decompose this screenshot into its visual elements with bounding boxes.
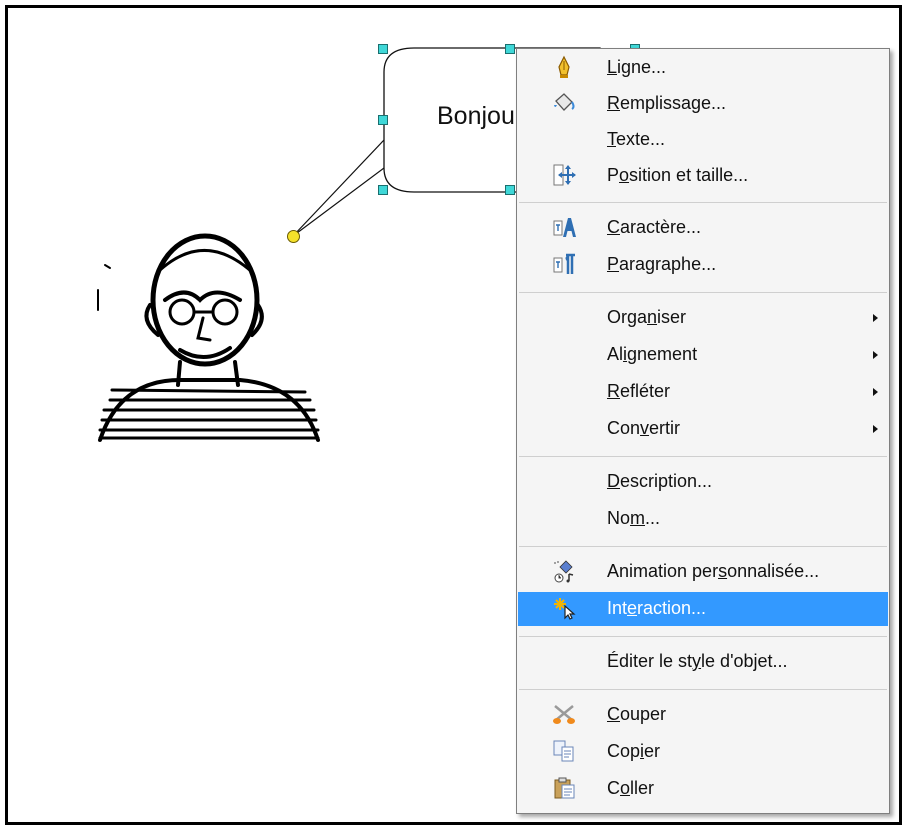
menu-item-ligne[interactable]: Ligne... xyxy=(518,51,888,85)
paragraph-icon xyxy=(552,252,576,276)
copy-icon xyxy=(552,739,576,763)
menu-item-refleter[interactable]: Refléter xyxy=(518,375,888,409)
menu-item-label: Convertir xyxy=(607,418,681,438)
menu-item-label: Remplissage... xyxy=(607,93,727,113)
menu-item-interaction[interactable]: Interaction... xyxy=(518,592,888,626)
portrait-image[interactable] xyxy=(97,233,320,442)
menu-item-paragraphe[interactable]: Paragraphe... xyxy=(518,248,888,282)
menu-item-label: Couper xyxy=(607,704,667,724)
interaction-icon xyxy=(552,596,576,620)
callout-pointer-line-2 xyxy=(292,167,385,237)
submenu-arrow-icon xyxy=(873,351,878,359)
submenu-arrow-icon xyxy=(873,425,878,433)
menu-item-label: Paragraphe... xyxy=(607,254,717,274)
menu-item-editer-le-style-d-objet[interactable]: Éditer le style d'objet... xyxy=(518,645,888,679)
menu-item-alignement[interactable]: Alignement xyxy=(518,338,888,372)
menu-item-label: Texte... xyxy=(607,129,666,149)
menu-item-coller[interactable]: Coller xyxy=(518,772,888,806)
menu-item-label: Coller xyxy=(607,778,655,798)
submenu-arrow-icon xyxy=(873,314,878,322)
callout-text[interactable]: Bonjour xyxy=(437,102,523,131)
menu-item-label: Refléter xyxy=(607,381,671,401)
character-icon xyxy=(552,215,576,239)
menu-item-label: Copier xyxy=(607,741,661,761)
paste-icon xyxy=(552,776,576,800)
menu-separator xyxy=(519,292,887,293)
menu-item-label: Nom... xyxy=(607,508,661,528)
menu-item-remplissage[interactable]: Remplissage... xyxy=(518,87,888,121)
menu-item-copier[interactable]: Copier xyxy=(518,735,888,769)
menu-item-animation-personnalisee[interactable]: Animation personnalisée... xyxy=(518,555,888,589)
menu-item-texte[interactable]: Texte... xyxy=(518,123,888,157)
menu-separator xyxy=(519,456,887,457)
menu-item-label: Alignement xyxy=(607,344,698,364)
menu-item-label: Animation personnalisée... xyxy=(607,561,820,581)
callout-tail-handle[interactable] xyxy=(287,230,300,243)
menu-item-label: Organiser xyxy=(607,307,687,327)
menu-item-organiser[interactable]: Organiser xyxy=(518,301,888,335)
menu-item-convertir[interactable]: Convertir xyxy=(518,412,888,446)
menu-separator xyxy=(519,689,887,690)
menu-item-nom[interactable]: Nom... xyxy=(518,502,888,536)
position-size-icon xyxy=(552,163,576,187)
scissors-icon xyxy=(552,702,576,726)
context-menu: Ligne... Remplissage... Texte... Position e… xyxy=(516,48,890,814)
submenu-arrow-icon xyxy=(873,388,878,396)
menu-item-label: Position et taille... xyxy=(607,165,749,185)
animation-icon xyxy=(552,559,576,583)
selection-handle-bottom-left[interactable] xyxy=(378,185,388,195)
selection-handle-top-left[interactable] xyxy=(378,44,388,54)
menu-item-couper[interactable]: Couper xyxy=(518,698,888,732)
menu-item-label: Description... xyxy=(607,471,713,491)
menu-item-position-et-taille[interactable]: Position et taille... xyxy=(518,159,888,193)
menu-item-label: Éditer le style d'objet... xyxy=(607,651,788,671)
menu-item-label: Interaction... xyxy=(607,598,707,618)
callout-pointer-line-1 xyxy=(292,139,385,237)
fill-bucket-icon xyxy=(552,91,576,115)
menu-separator xyxy=(519,546,887,547)
selection-handle-bottom-middle[interactable] xyxy=(505,185,515,195)
selection-handle-middle-left[interactable] xyxy=(378,115,388,125)
menu-separator xyxy=(519,636,887,637)
menu-separator xyxy=(519,202,887,203)
menu-item-caractere[interactable]: Caractère... xyxy=(518,211,888,245)
selection-handle-top-middle[interactable] xyxy=(505,44,515,54)
menu-item-description[interactable]: Description... xyxy=(518,465,888,499)
line-pen-icon xyxy=(552,55,576,79)
menu-item-label: Ligne... xyxy=(607,57,667,77)
menu-item-label: Caractère... xyxy=(607,217,702,237)
